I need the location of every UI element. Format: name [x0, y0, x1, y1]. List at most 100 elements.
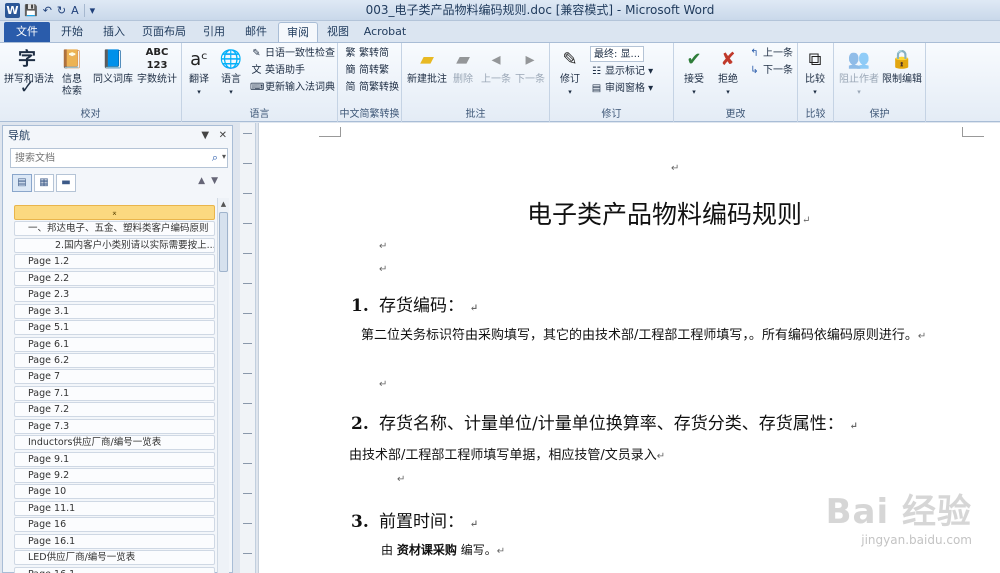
- nav-heading-item[interactable]: Page 9.2: [14, 468, 215, 483]
- nav-heading-item[interactable]: Page 1.2: [14, 254, 215, 270]
- display-for-review-select[interactable]: 最终: 显...: [590, 46, 645, 62]
- nav-top-item[interactable]: ⌅: [14, 205, 215, 220]
- undo-icon[interactable]: ↶: [43, 2, 52, 19]
- customize-qat-icon[interactable]: ▾: [90, 2, 96, 19]
- tab-home[interactable]: 开始: [52, 22, 92, 42]
- accept-button[interactable]: ✔ 接受 ▾: [676, 46, 712, 104]
- search-document-input[interactable]: [10, 148, 228, 168]
- tab-file[interactable]: 文件: [4, 22, 50, 42]
- chevron-down-icon[interactable]: ▾: [222, 152, 226, 161]
- results-view-icon[interactable]: ▬: [56, 174, 76, 192]
- chevron-down-icon: ▾: [692, 88, 696, 96]
- thesaurus-button[interactable]: 📘 同义词库: [90, 46, 136, 104]
- next-comment-icon: ▸: [525, 49, 535, 70]
- track-changes-button[interactable]: ✎ 修订 ▾: [552, 46, 588, 104]
- update-ime-dict-button[interactable]: ⌨更新输入法词典: [250, 80, 335, 96]
- compare-button[interactable]: ⧉ 比较 ▾: [798, 46, 832, 104]
- section-heading-3[interactable]: 3. 前置时间： ↵: [351, 507, 478, 532]
- tab-page-layout[interactable]: 页面布局: [136, 22, 192, 42]
- nav-heading-item[interactable]: Page 7.3: [14, 418, 215, 434]
- nav-heading-item[interactable]: Page 2.3: [14, 287, 215, 303]
- document-page[interactable]: ↵ 电子类产品物料编码规则↵ ↵ ↵ 1. 存货编码： ↵ 第二位关务标识符由采购…: [258, 123, 1000, 573]
- previous-comment-button[interactable]: ◂ 上一条: [478, 46, 514, 104]
- language-button[interactable]: 🌐 语言 ▾: [216, 46, 246, 104]
- next-heading-icon[interactable]: ▼: [211, 176, 224, 186]
- close-icon[interactable]: ✕: [219, 130, 227, 141]
- group-label-changes: 更改: [725, 109, 746, 120]
- restrict-editing-button[interactable]: 🔒 限制编辑: [880, 46, 924, 104]
- tab-review[interactable]: 审阅: [278, 22, 318, 42]
- nav-heading-item[interactable]: Page 7.1: [14, 385, 215, 401]
- nav-heading-item[interactable]: Page 16.1: [14, 533, 215, 549]
- nav-options-icon[interactable]: ▼: [201, 130, 209, 141]
- nav-heading-item[interactable]: Page 7: [14, 369, 215, 385]
- tab-acrobat[interactable]: Acrobat: [360, 22, 410, 42]
- word-count-button[interactable]: ABC 123 字数统计: [134, 46, 180, 104]
- previous-change-button[interactable]: ↰ 上一条: [748, 46, 793, 62]
- english-assistant-button[interactable]: 文英语助手: [250, 63, 306, 79]
- chinese-convert-button[interactable]: 简简繁转换: [344, 80, 400, 96]
- nav-heading-item[interactable]: 2.国内客户小类别请以实际需要按上...: [14, 237, 215, 253]
- next-comment-button[interactable]: ▸ 下一条: [512, 46, 548, 104]
- format-painter-icon[interactable]: A: [71, 2, 79, 19]
- nav-heading-item[interactable]: 一、邦达电子、五金、塑料类客户编码原则: [14, 221, 215, 237]
- nav-heading-item[interactable]: Page 11.1: [14, 500, 215, 516]
- group-tracking: ✎ 修订 ▾ 最终: 显... ☷ 显示标记 ▾ ▤ 审阅窗格 ▾ 修订: [550, 43, 674, 122]
- group-label-tracking: 修订: [601, 109, 622, 120]
- delete-comment-button[interactable]: ▰ 删除: [448, 46, 478, 104]
- pages-view-icon[interactable]: ▦: [34, 174, 54, 192]
- nav-scrollbar[interactable]: ▲: [217, 198, 229, 573]
- scroll-up-icon[interactable]: ▲: [218, 198, 229, 210]
- nav-heading-item[interactable]: Page 9.1: [14, 451, 215, 467]
- trad-to-simp-button[interactable]: 繁繁转简: [344, 46, 390, 62]
- title-bar: W 💾 ↶ ↻ A ▾ 003_电子类产品物料编码规则.doc [兼容模式] -…: [0, 0, 1000, 21]
- tab-mailings[interactable]: 邮件: [236, 22, 276, 42]
- nav-heading-item[interactable]: Page 3.1: [14, 303, 215, 319]
- ribbon-review: 字✓ 拼写和语法 📔 信息检索 📘 同义词库 ABC 123 字数统计 校对 aᶜ…: [0, 42, 1000, 122]
- section-body-2[interactable]: 由技术部/工程部工程师填写单据，相应技管/文员录入↵: [349, 445, 969, 468]
- spelling-grammar-button[interactable]: 字✓ 拼写和语法: [4, 46, 54, 104]
- section-heading-2[interactable]: 2. 存货名称、计量单位/计量单位换算率、存货分类、存货属性： ↵: [351, 409, 858, 434]
- nav-heading-item[interactable]: Page 16: [14, 517, 215, 533]
- show-markup-button[interactable]: ☷ 显示标记 ▾: [590, 64, 653, 80]
- reject-button[interactable]: ✘ 拒绝 ▾: [710, 46, 746, 104]
- translate-button[interactable]: aᶜ 翻译 ▾: [182, 46, 216, 104]
- spelling-icon: 字✓: [18, 49, 36, 98]
- paragraph-mark: ↵: [379, 241, 388, 252]
- nav-heading-item[interactable]: Page 5.1: [14, 320, 215, 336]
- nav-heading-item[interactable]: Page 2.2: [14, 270, 215, 286]
- nav-heading-item[interactable]: Page 6.2: [14, 352, 215, 368]
- globe-icon: 🌐: [219, 49, 243, 70]
- nav-heading-item[interactable]: Page 16.1: [14, 566, 215, 573]
- section-body-1[interactable]: 第二位关务标识符由采购填写，其它的由技术部/工程部工程师填写，。所有编码依编码原…: [361, 325, 971, 348]
- document-title[interactable]: 电子类产品物料编码规则↵: [527, 195, 810, 231]
- review-pane-button[interactable]: ▤ 审阅窗格 ▾: [590, 81, 653, 97]
- block-authors-button[interactable]: 👥 阻止作者 ▾: [836, 46, 882, 104]
- simp-to-trad-button[interactable]: 簡简转繁: [344, 63, 390, 79]
- paragraph-mark: ↵: [379, 379, 388, 390]
- next-change-button[interactable]: ↳ 下一条: [748, 63, 793, 79]
- tab-insert[interactable]: 插入: [94, 22, 134, 42]
- nav-heading-item[interactable]: Page 7.2: [14, 402, 215, 418]
- search-icon[interactable]: ⌕: [212, 151, 218, 165]
- nav-heading-item[interactable]: Inductors供应厂商/编号一览表: [14, 435, 215, 451]
- section-body-3[interactable]: 由 资材课采购 编写。↵: [381, 539, 781, 563]
- check-icon: ✎: [252, 48, 261, 59]
- tab-references[interactable]: 引用: [194, 22, 234, 42]
- new-comment-button[interactable]: ▰ 新建批注: [404, 46, 450, 104]
- research-button[interactable]: 📔 信息检索: [52, 46, 92, 104]
- redo-icon[interactable]: ↻: [57, 2, 66, 19]
- word-app-icon[interactable]: W: [5, 3, 20, 18]
- group-language: aᶜ 翻译 ▾ 🌐 语言 ▾ ✎ 日语一致性检查 文英语助手 ⌨更新输入法词典 语…: [182, 43, 338, 122]
- save-icon[interactable]: 💾: [24, 2, 38, 19]
- scroll-thumb[interactable]: [219, 212, 228, 272]
- headings-view-icon[interactable]: ▤: [12, 174, 32, 192]
- consistency-check-button[interactable]: ✎ 日语一致性检查: [250, 46, 335, 62]
- nav-heading-item[interactable]: Page 6.1: [14, 336, 215, 352]
- nav-heading-item[interactable]: Page 10: [14, 484, 215, 500]
- previous-heading-icon[interactable]: ▲: [198, 176, 211, 186]
- nav-heading-item[interactable]: LED供应厂商/编号一览表: [14, 550, 215, 566]
- compare-icon: ⧉: [808, 49, 822, 70]
- section-heading-1[interactable]: 1. 存货编码： ↵: [351, 291, 478, 316]
- tab-view[interactable]: 视图: [320, 22, 356, 42]
